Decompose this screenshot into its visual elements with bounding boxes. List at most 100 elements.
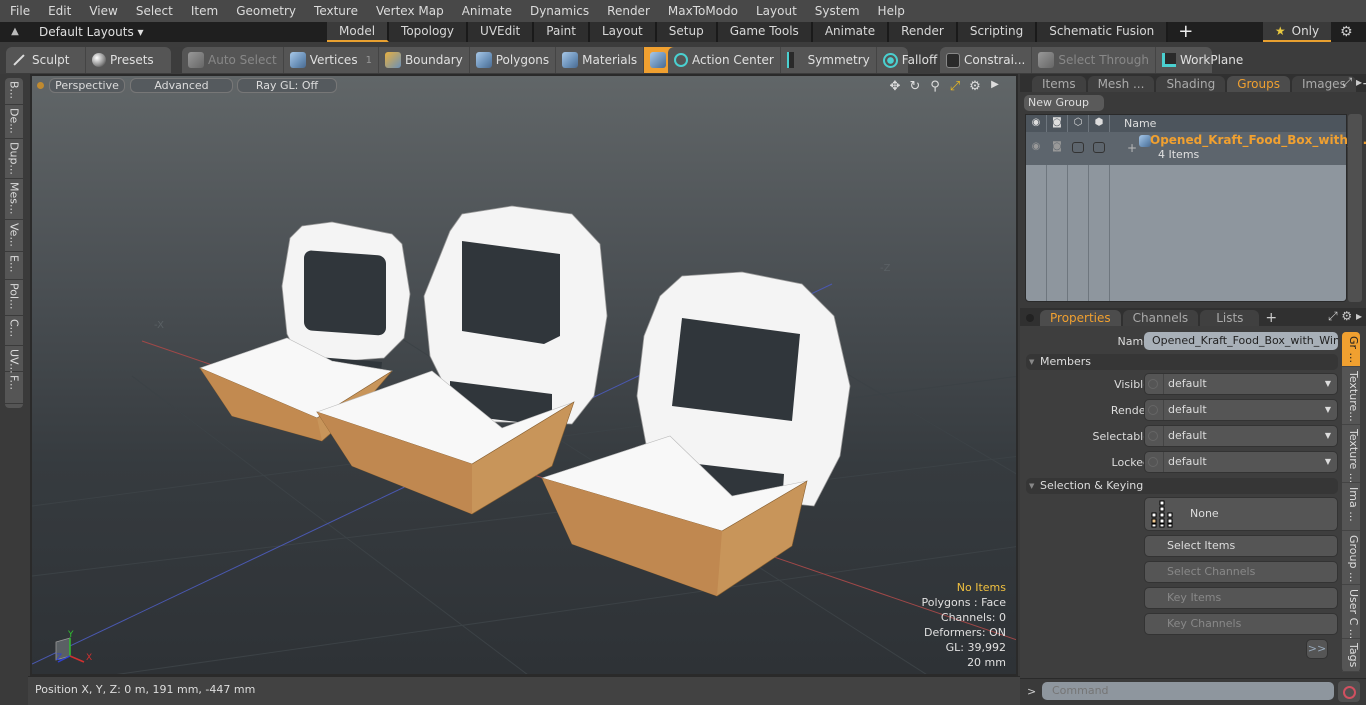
boundary-button[interactable]: Boundary <box>379 47 470 73</box>
tab-topology[interactable]: Topology <box>389 22 469 42</box>
tab-items[interactable]: Items <box>1032 76 1086 92</box>
left-tab-curve[interactable]: C... <box>5 316 23 346</box>
select-items-button[interactable]: Select Items <box>1144 535 1338 557</box>
tab-setup[interactable]: Setup <box>656 22 718 42</box>
menu-edit[interactable]: Edit <box>39 0 80 22</box>
falloff-button[interactable]: Falloff <box>877 47 943 73</box>
pan-icon[interactable]: ✥ <box>888 79 902 94</box>
tab-lists[interactable]: Lists <box>1200 310 1260 326</box>
select-channels-button[interactable]: Select Channels <box>1144 561 1338 583</box>
menu-item[interactable]: Item <box>182 0 227 22</box>
menu-help[interactable]: Help <box>869 0 914 22</box>
side-tab-user-channels[interactable]: User C ... <box>1342 585 1360 639</box>
auto-select-button[interactable]: Auto Select <box>182 47 284 73</box>
row-lock-toggle[interactable] <box>1093 142 1105 153</box>
add-tab-button[interactable]: + <box>1168 22 1203 42</box>
left-tab-polygon[interactable]: Pol... <box>5 280 23 316</box>
name-column-header[interactable]: Name <box>1124 117 1156 130</box>
side-tab-tags[interactable]: Tags <box>1342 639 1360 672</box>
menu-animate[interactable]: Animate <box>453 0 521 22</box>
left-tab-uv[interactable]: UV... <box>5 346 23 374</box>
view-mode-button[interactable]: Perspective <box>49 78 125 93</box>
left-tab-fusion[interactable]: F... <box>5 372 23 404</box>
side-tab-texture-2[interactable]: Texture ... <box>1342 425 1360 483</box>
render-radio[interactable] <box>1148 405 1158 415</box>
constraints-button[interactable]: Constrai... <box>940 47 1033 73</box>
collapse-up-icon[interactable]: ▲ <box>9 26 21 38</box>
only-toggle[interactable]: ★ Only <box>1263 22 1331 42</box>
more-button[interactable]: >> <box>1306 639 1328 659</box>
left-tab-vertex[interactable]: Ve... <box>5 220 23 252</box>
left-tab-edge[interactable]: E... <box>5 252 23 280</box>
selection-keying-section[interactable]: Selection & Keying <box>1026 478 1338 494</box>
tab-scripting[interactable]: Scripting <box>957 22 1038 42</box>
menu-vertex-map[interactable]: Vertex Map <box>367 0 453 22</box>
viewport-settings-icon[interactable]: ⚙ <box>968 79 982 94</box>
tab-groups[interactable]: Groups <box>1227 76 1290 92</box>
tab-layout[interactable]: Layout <box>589 22 657 42</box>
menu-select[interactable]: Select <box>127 0 182 22</box>
tab-model[interactable]: Model <box>327 22 390 42</box>
tab-render[interactable]: Render <box>889 22 958 42</box>
select-through-button[interactable]: Select Through <box>1032 47 1156 73</box>
expand-group-icon[interactable]: + <box>1127 141 1137 155</box>
materials-button[interactable]: Materials <box>556 47 645 73</box>
row-selectable-toggle[interactable] <box>1072 142 1084 153</box>
new-group-button[interactable]: New Group <box>1024 95 1104 111</box>
command-input[interactable] <box>1042 682 1334 700</box>
left-tab-basic[interactable]: B... <box>5 78 23 105</box>
ray-gl-toggle[interactable]: Ray GL: Off <box>237 78 337 93</box>
tab-schematic-fusion[interactable]: Schematic Fusion <box>1037 22 1169 42</box>
side-tab-group[interactable]: Gr ... <box>1342 332 1360 367</box>
rotate-icon[interactable]: ↻ <box>908 79 922 94</box>
gear-icon[interactable]: ⚙ <box>1340 22 1353 42</box>
record-macro-button[interactable] <box>1338 681 1360 702</box>
menu-dynamics[interactable]: Dynamics <box>521 0 598 22</box>
menu-system[interactable]: System <box>806 0 869 22</box>
3d-viewport[interactable]: -X -Z Y X Z Perspective Advanced Ray GL:… <box>30 74 1018 676</box>
symmetry-button[interactable]: Symmetry <box>781 47 877 73</box>
group-name-field[interactable]: Opened_Kraft_Food_Box_with_Windo <box>1144 332 1338 350</box>
sculpt-button[interactable]: Sculpt <box>6 47 86 73</box>
row-camera-icon[interactable]: ◙ <box>1050 141 1064 154</box>
tab-uvedit[interactable]: UVEdit <box>468 22 535 42</box>
side-tab-texture-1[interactable]: Texture... <box>1342 367 1360 425</box>
menu-render[interactable]: Render <box>598 0 659 22</box>
workplane-button[interactable]: WorkPlane <box>1156 47 1249 73</box>
menu-maxtomodo[interactable]: MaxToModo <box>659 0 747 22</box>
menu-file[interactable]: File <box>0 0 39 22</box>
render-dropdown[interactable]: default ▼ <box>1144 399 1338 421</box>
expand-panel-icon[interactable]: ⤢ ▸ <box>1343 75 1362 90</box>
selectable-radio[interactable] <box>1148 431 1158 441</box>
tab-mesh[interactable]: Mesh ... <box>1087 76 1155 92</box>
key-channels-button[interactable]: Key Channels <box>1144 613 1338 635</box>
shading-mode-button[interactable]: Advanced <box>130 78 233 93</box>
vertices-button[interactable]: Vertices 1 <box>284 47 379 73</box>
viewport-menu-arrow-icon[interactable]: ▶ <box>988 79 1002 94</box>
viewport-status-dot[interactable] <box>37 82 44 89</box>
tab-channels[interactable]: Channels <box>1122 310 1199 326</box>
tab-shading[interactable]: Shading <box>1156 76 1226 92</box>
left-tab-mesh-edit[interactable]: Mes... <box>5 179 23 220</box>
maximize-icon[interactable]: ⤢ <box>948 79 962 94</box>
members-section[interactable]: Members <box>1026 354 1338 370</box>
tab-properties[interactable]: Properties <box>1040 310 1121 326</box>
tab-animate[interactable]: Animate <box>812 22 890 42</box>
visible-dropdown[interactable]: default ▼ <box>1144 373 1338 395</box>
presets-button[interactable]: Presets <box>86 47 160 73</box>
groups-scrollbar[interactable] <box>1348 114 1362 302</box>
locked-radio[interactable] <box>1148 457 1158 467</box>
add-panel-tab-button[interactable]: + <box>1261 310 1281 326</box>
tab-paint[interactable]: Paint <box>534 22 590 42</box>
selectable-dropdown[interactable]: default ▼ <box>1144 425 1338 447</box>
key-items-button[interactable]: Key Items <box>1144 587 1338 609</box>
side-tab-group-2[interactable]: Group ... <box>1342 531 1360 585</box>
side-tab-image[interactable]: Ima ... <box>1342 483 1360 531</box>
left-tab-deform[interactable]: De... <box>5 105 23 139</box>
zoom-icon[interactable]: ⚲ <box>928 79 942 94</box>
locked-dropdown[interactable]: default ▼ <box>1144 451 1338 473</box>
hierarchy-mode-button[interactable]: None <box>1144 497 1338 531</box>
menu-geometry[interactable]: Geometry <box>227 0 305 22</box>
menu-texture[interactable]: Texture <box>305 0 367 22</box>
panel-options-icon[interactable]: ⤢ ⚙ ▸ <box>1328 309 1362 324</box>
